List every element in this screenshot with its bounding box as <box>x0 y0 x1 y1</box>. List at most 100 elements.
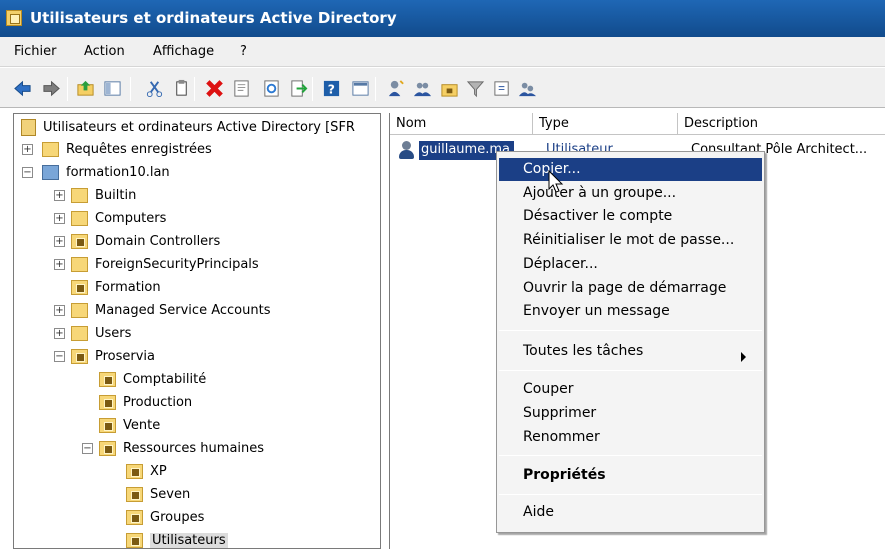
toolbar-separator <box>375 77 376 101</box>
tree-label: Computers <box>95 211 167 226</box>
menu-bar: Fichier Action Affichage ? <box>0 37 885 67</box>
context-menu-move[interactable]: Déplacer... <box>523 253 598 276</box>
tree-item-groupes[interactable]: Groupes <box>126 506 204 529</box>
mouse-cursor-icon <box>548 170 564 193</box>
cut-icon[interactable] <box>145 79 164 98</box>
context-menu: Copier... Ajouter à un groupe... Désacti… <box>496 151 765 533</box>
column-header-description[interactable]: Description <box>678 113 885 135</box>
expand-icon[interactable]: + <box>54 305 65 316</box>
tree-label-selected: Utilisateurs <box>150 533 228 548</box>
menu-action[interactable]: Action <box>84 44 125 59</box>
tree-item-saved-queries[interactable]: Requêtes enregistrées <box>42 138 212 161</box>
domain-controllers-icon[interactable] <box>518 79 537 98</box>
context-menu-disable-account[interactable]: Désactiver le compte <box>523 205 672 228</box>
add-user-icon[interactable] <box>387 79 406 98</box>
expand-icon[interactable]: + <box>54 328 65 339</box>
help-icon[interactable]: ? <box>322 79 341 98</box>
context-menu-copy[interactable]: Copier... <box>499 158 762 181</box>
tree-label: Managed Service Accounts <box>95 303 271 318</box>
menu-help[interactable]: ? <box>240 44 247 59</box>
tree-item-xp[interactable]: XP <box>126 460 167 483</box>
properties-icon[interactable] <box>232 79 251 98</box>
tree-item-proservia[interactable]: Proservia <box>71 345 155 368</box>
context-menu-add-to-group[interactable]: Ajouter à un groupe... <box>523 182 676 205</box>
tree-label: Groupes <box>150 510 205 525</box>
tree-item-ressources-humaines[interactable]: Ressources humaines <box>99 437 264 460</box>
tree-label: Requêtes enregistrées <box>66 142 212 157</box>
tree-item-vente[interactable]: Vente <box>99 414 160 437</box>
folder-icon <box>71 303 88 318</box>
tree-item-formation[interactable]: Formation <box>71 276 161 299</box>
svg-text:?: ? <box>328 82 335 96</box>
column-header-name[interactable]: Nom <box>390 113 533 135</box>
ou-folder-icon <box>99 395 116 410</box>
tree-item-computers[interactable]: Computers <box>71 207 166 230</box>
menu-view[interactable]: Affichage <box>153 44 214 59</box>
domain-icon <box>42 165 59 180</box>
tree-label: Seven <box>150 487 191 502</box>
expand-icon[interactable]: + <box>54 190 65 201</box>
tree-label: Comptabilité <box>123 372 207 387</box>
tree-label: Domain Controllers <box>95 234 221 249</box>
folder-icon <box>71 257 88 272</box>
expand-icon[interactable]: + <box>54 213 65 224</box>
context-menu-delete[interactable]: Supprimer <box>523 402 596 425</box>
expand-icon[interactable]: + <box>54 236 65 247</box>
tree-root[interactable]: Utilisateurs et ordinateurs Active Direc… <box>21 116 355 139</box>
add-ou-icon[interactable] <box>440 79 459 98</box>
delete-icon[interactable] <box>205 79 224 98</box>
context-menu-rename[interactable]: Renommer <box>523 426 600 449</box>
copy-icon[interactable] <box>172 79 191 98</box>
tree-label: Formation <box>95 280 161 295</box>
context-menu-reset-password[interactable]: Réinitialiser le mot de passe... <box>523 229 734 252</box>
ou-folder-icon <box>71 280 88 295</box>
tree-item-managed-service-accounts[interactable]: Managed Service Accounts <box>71 299 270 322</box>
column-header-type[interactable]: Type <box>533 113 678 135</box>
add-group-icon[interactable] <box>413 79 432 98</box>
filter-icon[interactable] <box>466 79 485 98</box>
ou-folder-icon <box>99 418 116 433</box>
tree-item-domain[interactable]: formation10.lan <box>42 161 170 184</box>
folder-icon <box>71 188 88 203</box>
collapse-icon[interactable]: − <box>54 351 65 362</box>
active-directory-icon <box>6 10 22 26</box>
context-menu-open-home-page[interactable]: Ouvrir la page de démarrage <box>523 277 726 300</box>
menu-file[interactable]: Fichier <box>14 44 57 59</box>
tree-label: Users <box>95 326 132 341</box>
tree-item-comptabilite[interactable]: Comptabilité <box>99 368 206 391</box>
tree-item-production[interactable]: Production <box>99 391 192 414</box>
ou-folder-icon <box>126 510 143 525</box>
back-arrow-icon[interactable] <box>13 79 32 98</box>
context-menu-properties[interactable]: Propriétés <box>523 464 606 487</box>
context-menu-cut[interactable]: Couper <box>523 378 573 401</box>
menu-separator <box>499 494 762 495</box>
expand-icon[interactable]: + <box>22 144 33 155</box>
tree-label: Vente <box>123 418 161 433</box>
context-menu-help[interactable]: Aide <box>523 501 554 524</box>
refresh-icon[interactable] <box>262 79 281 98</box>
find-icon[interactable] <box>493 79 512 98</box>
show-hide-console-tree-icon[interactable] <box>103 79 122 98</box>
tree-label: Builtin <box>95 188 137 203</box>
context-menu-all-tasks[interactable]: Toutes les tâches <box>523 340 643 363</box>
tree-label: Ressources humaines <box>123 441 265 456</box>
collapse-icon[interactable]: − <box>22 167 33 178</box>
tree-item-seven[interactable]: Seven <box>126 483 190 506</box>
menu-separator <box>499 455 762 456</box>
tree-item-domain-controllers[interactable]: Domain Controllers <box>71 230 220 253</box>
context-menu-send-message[interactable]: Envoyer un message <box>523 300 670 323</box>
forward-arrow-icon[interactable] <box>42 79 61 98</box>
new-window-icon[interactable] <box>351 79 370 98</box>
tree-item-builtin[interactable]: Builtin <box>71 184 136 207</box>
ou-folder-icon <box>99 441 116 456</box>
tree-label: ForeignSecurityPrincipals <box>95 257 259 272</box>
toolbar-separator <box>67 77 68 101</box>
export-list-icon[interactable] <box>289 79 308 98</box>
tree-item-users[interactable]: Users <box>71 322 131 345</box>
toolbar-separator <box>194 77 195 101</box>
collapse-icon[interactable]: − <box>82 443 93 454</box>
tree-item-utilisateurs[interactable]: Utilisateurs <box>126 529 228 548</box>
tree-item-foreign-security-principals[interactable]: ForeignSecurityPrincipals <box>71 253 259 276</box>
expand-icon[interactable]: + <box>54 259 65 270</box>
up-folder-icon[interactable] <box>76 79 95 98</box>
